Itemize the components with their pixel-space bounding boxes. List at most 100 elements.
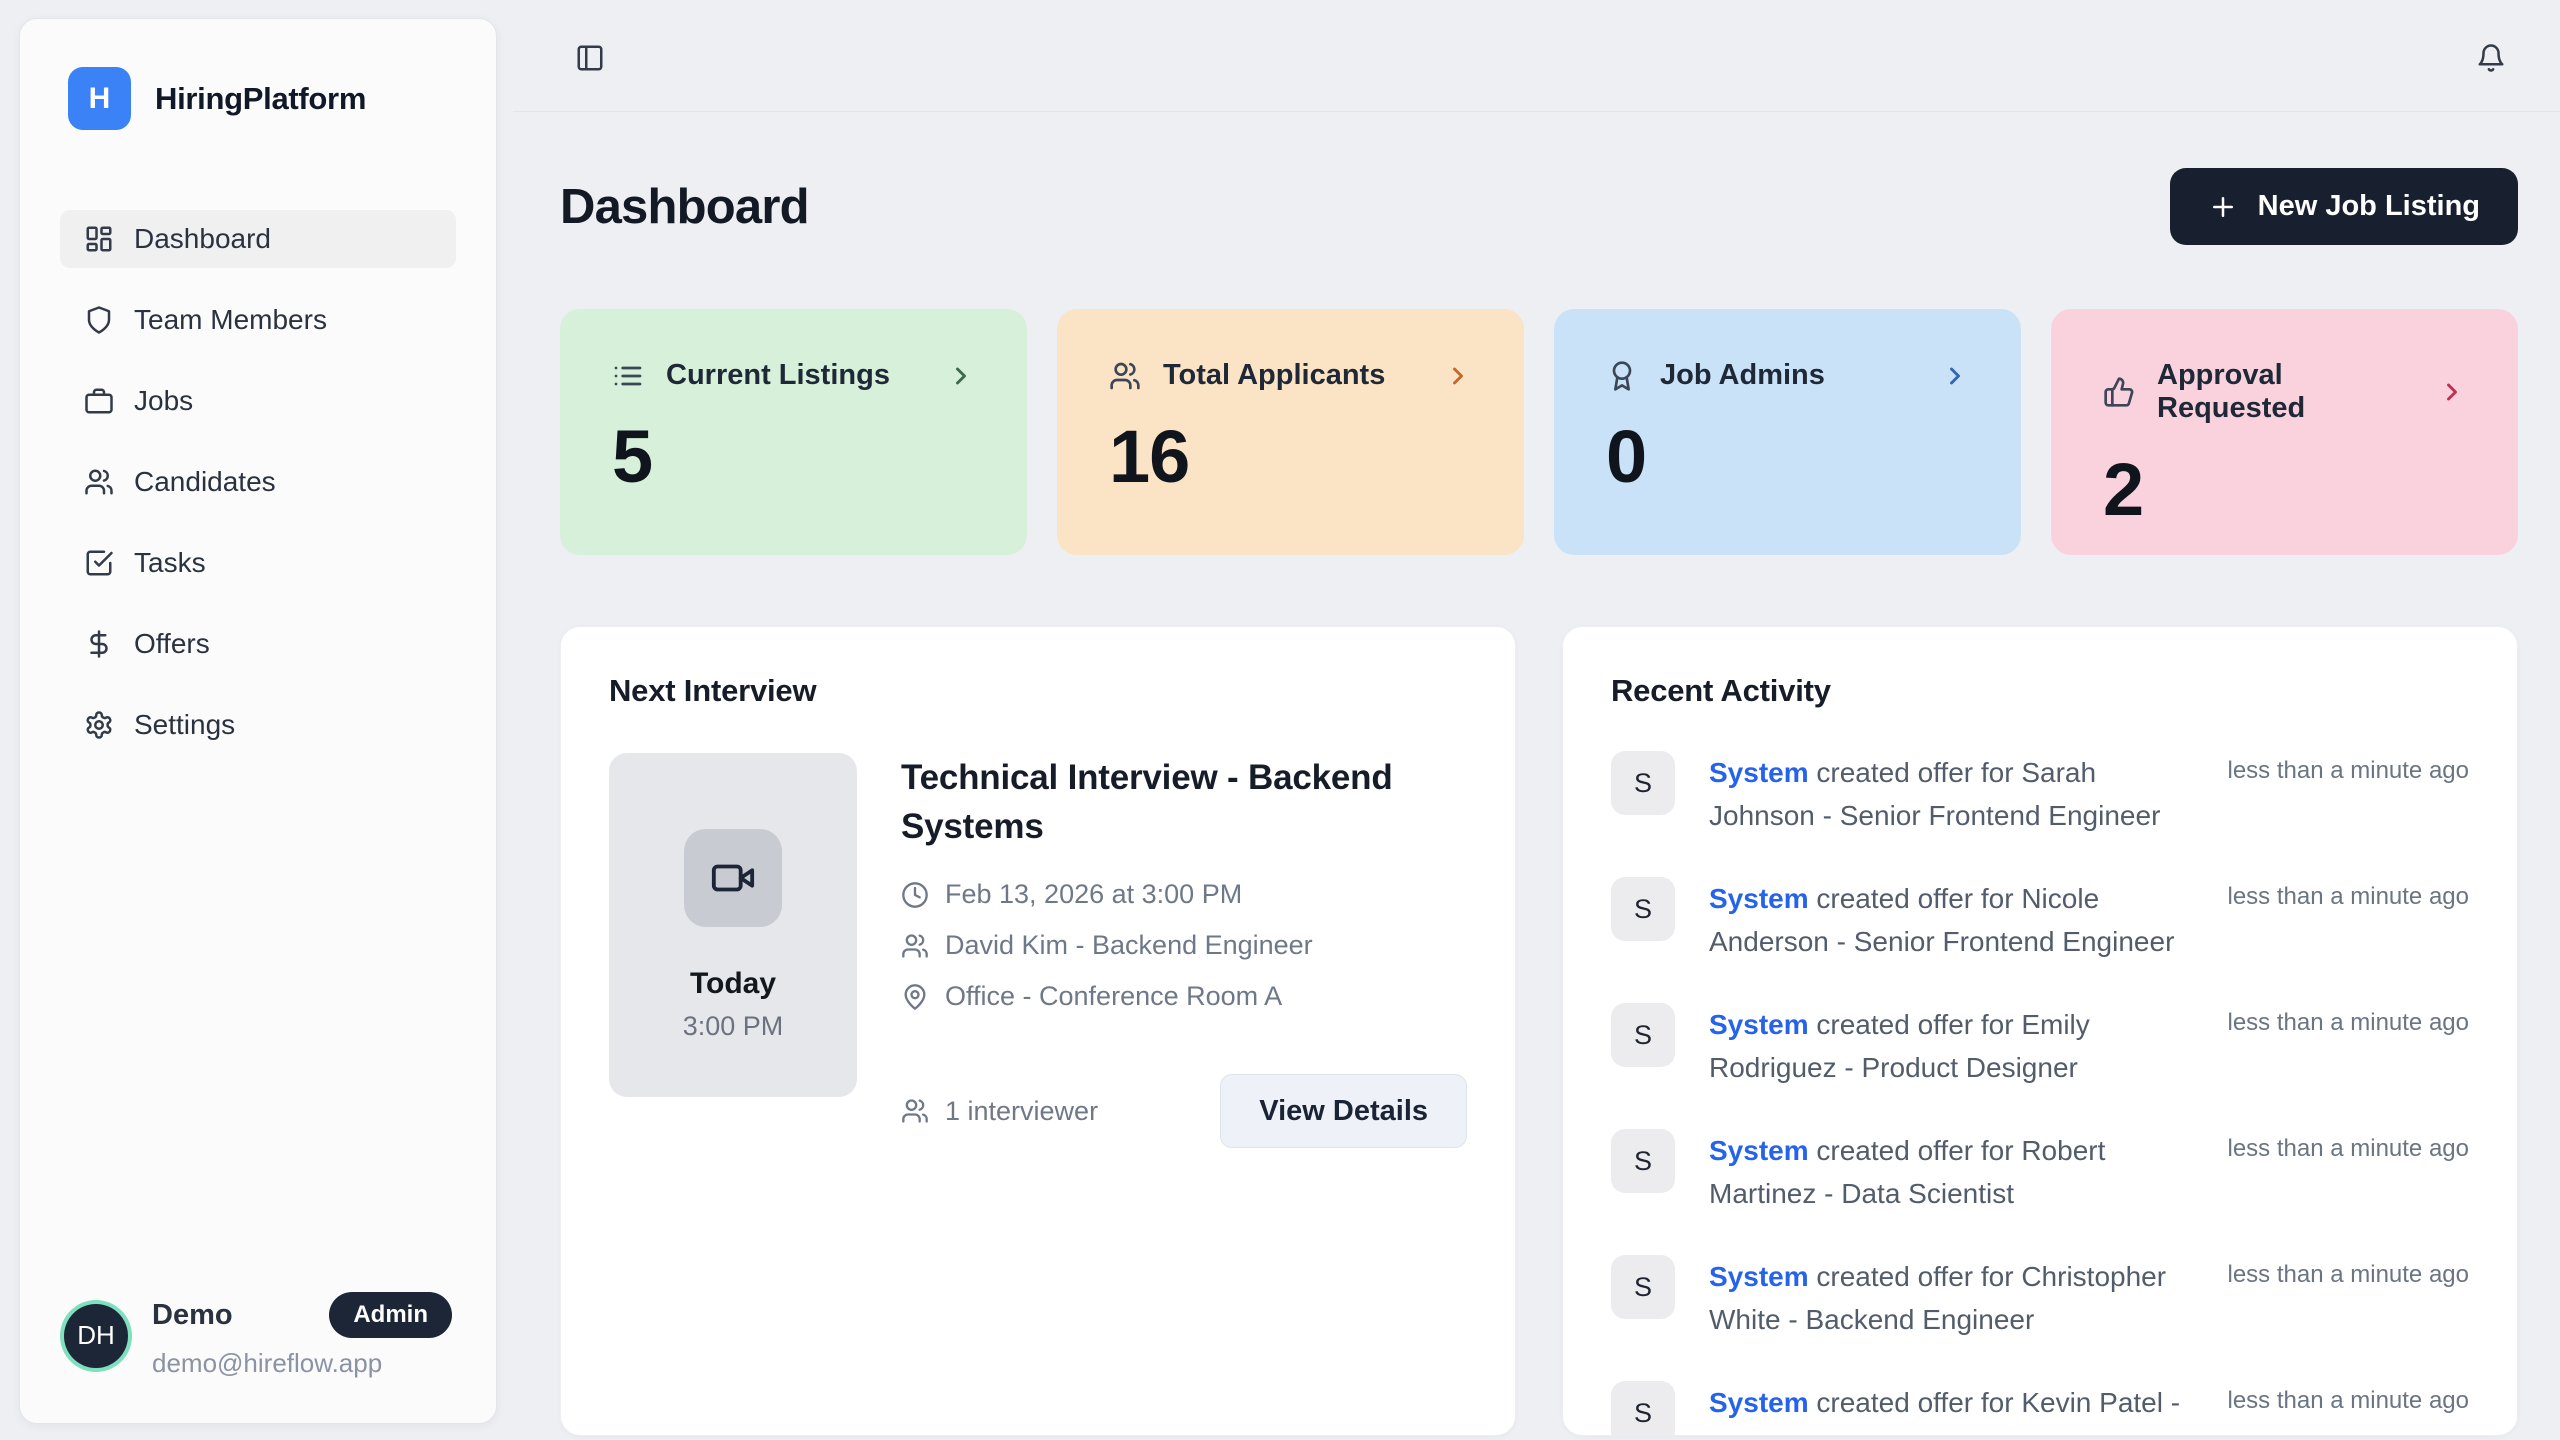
activity-item: S System created offer for Kevin Patel -…	[1611, 1381, 2469, 1436]
interview-time: 3:00 PM	[683, 1011, 784, 1042]
page-head: Dashboard New Job Listing	[560, 168, 2518, 245]
interview-location: Office - Conference Room A	[945, 981, 1282, 1012]
new-job-listing-button[interactable]: New Job Listing	[2170, 168, 2518, 245]
user-profile[interactable]: DH Demo Admin demo@hireflow.app	[60, 1292, 456, 1379]
interview-datetime: Feb 13, 2026 at 3:00 PM	[945, 879, 1242, 910]
list-icon	[612, 360, 644, 392]
clock-icon	[901, 881, 929, 909]
users-icon	[84, 467, 114, 497]
sidebar-nav: Dashboard Team Members Jobs Candidates T…	[60, 210, 456, 777]
activity-avatar: S	[1611, 1255, 1675, 1319]
dollar-icon	[84, 629, 114, 659]
interview-day: Today	[690, 967, 776, 1001]
activity-actor-link[interactable]: System	[1709, 1009, 1809, 1040]
activity-avatar: S	[1611, 1129, 1675, 1193]
stat-value: 16	[1109, 414, 1472, 499]
view-details-button[interactable]: View Details	[1220, 1074, 1467, 1148]
gear-icon	[84, 710, 114, 740]
dashboard-icon	[84, 224, 114, 254]
activity-actor-link[interactable]: System	[1709, 883, 1809, 914]
user-name: Demo	[152, 1299, 233, 1332]
stat-value: 2	[2103, 447, 2466, 532]
video-icon	[710, 855, 756, 901]
role-badge: Admin	[329, 1292, 452, 1338]
new-job-listing-label: New Job Listing	[2258, 190, 2480, 223]
app-logo: H	[68, 67, 131, 130]
plus-icon	[2208, 192, 2238, 222]
stat-card-total-applicants[interactable]: Total Applicants 16	[1057, 309, 1524, 555]
stat-value: 5	[612, 414, 975, 499]
activity-list: S System created offer for Sarah Johnson…	[1611, 751, 2469, 1436]
stat-card-current-listings[interactable]: Current Listings 5	[560, 309, 1027, 555]
sidebar-item-offers[interactable]: Offers	[60, 615, 456, 673]
topbar	[513, 0, 2560, 112]
sidebar-toggle-button[interactable]	[569, 35, 611, 77]
sidebar-item-team-members[interactable]: Team Members	[60, 291, 456, 349]
sidebar: H HiringPlatform Dashboard Team Members …	[19, 18, 497, 1424]
activity-timestamp: less than a minute ago	[2228, 877, 2470, 911]
interviewer-count-row: 1 interviewer	[901, 1096, 1098, 1127]
activity-actor-link[interactable]: System	[1709, 757, 1809, 788]
interview-date-tile: Today 3:00 PM	[609, 753, 857, 1097]
map-pin-icon	[901, 983, 929, 1011]
content: Dashboard New Job Listing Current Listin…	[513, 168, 2560, 1436]
app-name: HiringPlatform	[155, 81, 366, 117]
sidebar-item-tasks[interactable]: Tasks	[60, 534, 456, 592]
users-icon	[901, 1097, 929, 1125]
user-email: demo@hireflow.app	[152, 1348, 452, 1379]
activity-item: S System created offer for Nicole Anders…	[1611, 877, 2469, 963]
thumbs-up-icon	[2103, 376, 2135, 408]
shield-icon	[84, 305, 114, 335]
activity-actor-link[interactable]: System	[1709, 1135, 1809, 1166]
activity-timestamp: less than a minute ago	[2228, 1003, 2470, 1037]
stat-value: 0	[1606, 414, 1969, 499]
interview-person-row: David Kim - Backend Engineer	[901, 930, 1467, 961]
recent-activity-card: Recent Activity S System created offer f…	[1562, 626, 2518, 1436]
panel-left-icon	[575, 41, 605, 71]
stat-card-approval-requested[interactable]: Approval Requested 2	[2051, 309, 2518, 555]
chevron-right-icon	[2438, 378, 2466, 406]
interviewer-count: 1 interviewer	[945, 1096, 1098, 1127]
user-info: Demo Admin demo@hireflow.app	[152, 1292, 452, 1379]
next-interview-title: Next Interview	[609, 673, 1467, 709]
video-tile	[684, 829, 782, 927]
activity-avatar: S	[1611, 1003, 1675, 1067]
award-icon	[1606, 360, 1638, 392]
bottom-grid: Next Interview Today 3:00 PM Technical I…	[560, 626, 2518, 1436]
avatar: DH	[64, 1304, 128, 1368]
interview-job-title: Technical Interview - Backend Systems	[901, 753, 1421, 851]
notifications-button[interactable]	[2470, 35, 2512, 77]
interview-datetime-row: Feb 13, 2026 at 3:00 PM	[901, 879, 1467, 910]
page-title: Dashboard	[560, 179, 809, 235]
chevron-right-icon	[1941, 362, 1969, 390]
activity-item: S System created offer for Sarah Johnson…	[1611, 751, 2469, 837]
activity-item: S System created offer for Christopher W…	[1611, 1255, 2469, 1341]
activity-actor-link[interactable]: System	[1709, 1387, 1809, 1418]
users-icon	[1109, 360, 1141, 392]
main-area: Dashboard New Job Listing Current Listin…	[513, 0, 2560, 1440]
interview-details: Technical Interview - Backend Systems Fe…	[901, 753, 1467, 1148]
next-interview-card: Next Interview Today 3:00 PM Technical I…	[560, 626, 1516, 1436]
bell-icon	[2476, 41, 2506, 71]
stat-card-job-admins[interactable]: Job Admins 0	[1554, 309, 2021, 555]
briefcase-icon	[84, 386, 114, 416]
sidebar-item-candidates[interactable]: Candidates	[60, 453, 456, 511]
chevron-right-icon	[1444, 362, 1472, 390]
activity-timestamp: less than a minute ago	[2228, 1255, 2470, 1289]
stats-row: Current Listings 5 Total Applicants 16 J…	[560, 309, 2518, 555]
activity-avatar: S	[1611, 1381, 1675, 1436]
check-square-icon	[84, 548, 114, 578]
activity-item: S System created offer for Emily Rodrigu…	[1611, 1003, 2469, 1089]
recent-activity-title: Recent Activity	[1611, 673, 2469, 709]
sidebar-item-settings[interactable]: Settings	[60, 696, 456, 754]
activity-timestamp: less than a minute ago	[2228, 1381, 2470, 1415]
activity-actor-link[interactable]: System	[1709, 1261, 1809, 1292]
activity-avatar: S	[1611, 751, 1675, 815]
activity-item: S System created offer for Robert Martin…	[1611, 1129, 2469, 1215]
app-logo-row: H HiringPlatform	[68, 67, 456, 130]
activity-avatar: S	[1611, 877, 1675, 941]
activity-timestamp: less than a minute ago	[2228, 1129, 2470, 1163]
sidebar-item-dashboard[interactable]: Dashboard	[60, 210, 456, 268]
sidebar-item-jobs[interactable]: Jobs	[60, 372, 456, 430]
interview-location-row: Office - Conference Room A	[901, 981, 1467, 1012]
